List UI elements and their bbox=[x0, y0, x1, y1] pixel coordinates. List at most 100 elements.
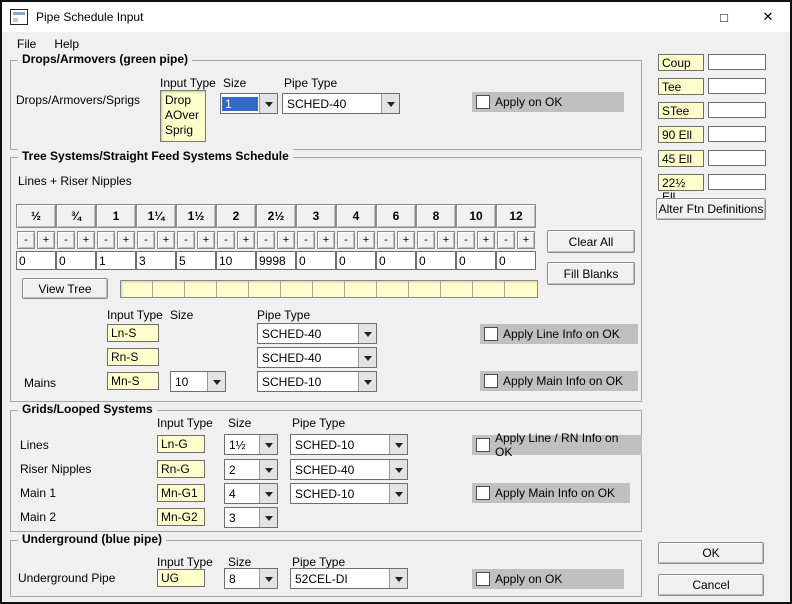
grids-apply-main-checkbox[interactable]: Apply Main Info on OK bbox=[472, 483, 630, 503]
checkbox-box[interactable] bbox=[476, 486, 490, 500]
size-count-input-7[interactable] bbox=[296, 251, 336, 270]
plus-button-0[interactable]: + bbox=[37, 231, 55, 249]
tree-mains-size-combo[interactable]: 10 bbox=[170, 371, 226, 392]
underground-pipe-type-combo[interactable]: 52CEL-DI bbox=[290, 568, 408, 589]
grids-riser-input-type-field[interactable] bbox=[157, 460, 205, 478]
checkbox-box[interactable] bbox=[476, 95, 490, 109]
minus-button-3[interactable]: - bbox=[137, 231, 155, 249]
minus-button-7[interactable]: - bbox=[297, 231, 315, 249]
grids-main2-size-combo[interactable]: 3 bbox=[224, 507, 278, 528]
list-item-aover[interactable]: AOver bbox=[165, 108, 201, 123]
size-header-button-5[interactable]: 2 bbox=[216, 204, 256, 228]
chevron-down-icon[interactable] bbox=[389, 484, 407, 503]
minus-button-1[interactable]: - bbox=[57, 231, 75, 249]
size-header-button-9[interactable]: 6 bbox=[376, 204, 416, 228]
drops-apply-checkbox[interactable]: Apply on OK bbox=[472, 92, 624, 112]
chevron-down-icon[interactable] bbox=[259, 508, 277, 527]
checkbox-box[interactable] bbox=[476, 438, 490, 452]
size-header-button-0[interactable]: ½ bbox=[16, 204, 56, 228]
list-item-sprig[interactable]: Sprig bbox=[165, 123, 201, 138]
checkbox-box[interactable] bbox=[476, 572, 490, 586]
tree-riser-input-type-field[interactable] bbox=[107, 348, 159, 366]
grids-lines-size-combo[interactable]: 1½ bbox=[224, 434, 278, 455]
fitting-value-stee[interactable] bbox=[708, 102, 766, 118]
list-item-drop[interactable]: Drop bbox=[165, 93, 201, 108]
size-count-input-12[interactable] bbox=[496, 251, 536, 270]
chevron-down-icon[interactable] bbox=[358, 324, 376, 343]
chevron-down-icon[interactable] bbox=[259, 569, 277, 588]
drops-input-type-list[interactable]: Drop AOver Sprig bbox=[160, 90, 206, 142]
size-count-input-1[interactable] bbox=[56, 251, 96, 270]
size-count-input-5[interactable] bbox=[216, 251, 256, 270]
fitting-value-22ell[interactable] bbox=[708, 174, 766, 190]
chevron-down-icon[interactable] bbox=[259, 460, 277, 479]
size-count-input-10[interactable] bbox=[416, 251, 456, 270]
size-count-input-3[interactable] bbox=[136, 251, 176, 270]
drops-size-combo[interactable]: 1 bbox=[220, 93, 278, 114]
grids-riser-pipe-type-combo[interactable]: SCHED-40 bbox=[290, 459, 408, 480]
grids-main2-input-type-field[interactable] bbox=[157, 508, 205, 526]
fitting-value-tee[interactable] bbox=[708, 78, 766, 94]
checkbox-box[interactable] bbox=[484, 327, 498, 341]
tree-riser-pipe-type-combo[interactable]: SCHED-40 bbox=[257, 347, 377, 368]
maximize-button[interactable]: □ bbox=[702, 2, 746, 32]
menu-help[interactable]: Help bbox=[45, 34, 88, 54]
tree-line-pipe-type-combo[interactable]: SCHED-40 bbox=[257, 323, 377, 344]
minus-button-8[interactable]: - bbox=[337, 231, 355, 249]
plus-button-1[interactable]: + bbox=[77, 231, 95, 249]
minus-button-5[interactable]: - bbox=[217, 231, 235, 249]
size-header-button-3[interactable]: 1¼ bbox=[136, 204, 176, 228]
chevron-down-icon[interactable] bbox=[358, 372, 376, 391]
chevron-down-icon[interactable] bbox=[389, 435, 407, 454]
size-header-button-12[interactable]: 12 bbox=[496, 204, 536, 228]
tree-mains-input-type-field[interactable] bbox=[107, 372, 159, 390]
plus-button-10[interactable]: + bbox=[437, 231, 455, 249]
underground-size-combo[interactable]: 8 bbox=[224, 568, 278, 589]
close-button[interactable]: ✕ bbox=[746, 2, 790, 32]
minus-button-6[interactable]: - bbox=[257, 231, 275, 249]
grids-apply-line-checkbox[interactable]: Apply Line / RN Info on OK bbox=[472, 435, 642, 455]
minus-button-0[interactable]: - bbox=[17, 231, 35, 249]
fitting-value-coup[interactable] bbox=[708, 54, 766, 70]
plus-button-11[interactable]: + bbox=[477, 231, 495, 249]
chevron-down-icon[interactable] bbox=[259, 435, 277, 454]
minus-button-9[interactable]: - bbox=[377, 231, 395, 249]
plus-button-7[interactable]: + bbox=[317, 231, 335, 249]
fill-blanks-button[interactable]: Fill Blanks bbox=[547, 262, 635, 285]
alter-ftn-definitions-button[interactable]: Alter Ftn Definitions bbox=[656, 198, 766, 220]
plus-button-12[interactable]: + bbox=[517, 231, 535, 249]
plus-button-3[interactable]: + bbox=[157, 231, 175, 249]
tree-apply-line-checkbox[interactable]: Apply Line Info on OK bbox=[480, 324, 638, 344]
cancel-button[interactable]: Cancel bbox=[658, 574, 764, 596]
minus-button-2[interactable]: - bbox=[97, 231, 115, 249]
view-tree-button[interactable]: View Tree bbox=[22, 278, 108, 299]
underground-apply-checkbox[interactable]: Apply on OK bbox=[472, 569, 624, 589]
minus-button-4[interactable]: - bbox=[177, 231, 195, 249]
plus-button-8[interactable]: + bbox=[357, 231, 375, 249]
tree-line-input-type-field[interactable] bbox=[107, 324, 159, 342]
size-count-input-6[interactable] bbox=[256, 251, 296, 270]
chevron-down-icon[interactable] bbox=[358, 348, 376, 367]
grids-riser-size-combo[interactable]: 2 bbox=[224, 459, 278, 480]
size-count-input-8[interactable] bbox=[336, 251, 376, 270]
grids-main1-pipe-type-combo[interactable]: SCHED-10 bbox=[290, 483, 408, 504]
fitting-value-45ell[interactable] bbox=[708, 150, 766, 166]
size-header-button-7[interactable]: 3 bbox=[296, 204, 336, 228]
plus-button-2[interactable]: + bbox=[117, 231, 135, 249]
plus-button-9[interactable]: + bbox=[397, 231, 415, 249]
size-count-input-2[interactable] bbox=[96, 251, 136, 270]
size-count-input-4[interactable] bbox=[176, 251, 216, 270]
clear-all-button[interactable]: Clear All bbox=[547, 230, 635, 253]
ok-button[interactable]: OK bbox=[658, 542, 764, 564]
tree-apply-main-checkbox[interactable]: Apply Main Info on OK bbox=[480, 371, 638, 391]
grids-lines-pipe-type-combo[interactable]: SCHED-10 bbox=[290, 434, 408, 455]
drops-pipe-type-combo[interactable]: SCHED-40 bbox=[282, 93, 400, 114]
size-header-button-11[interactable]: 10 bbox=[456, 204, 496, 228]
size-count-input-11[interactable] bbox=[456, 251, 496, 270]
size-header-button-1[interactable]: ¾ bbox=[56, 204, 96, 228]
plus-button-5[interactable]: + bbox=[237, 231, 255, 249]
size-header-button-6[interactable]: 2½ bbox=[256, 204, 296, 228]
minus-button-10[interactable]: - bbox=[417, 231, 435, 249]
minus-button-11[interactable]: - bbox=[457, 231, 475, 249]
chevron-down-icon[interactable] bbox=[259, 484, 277, 503]
